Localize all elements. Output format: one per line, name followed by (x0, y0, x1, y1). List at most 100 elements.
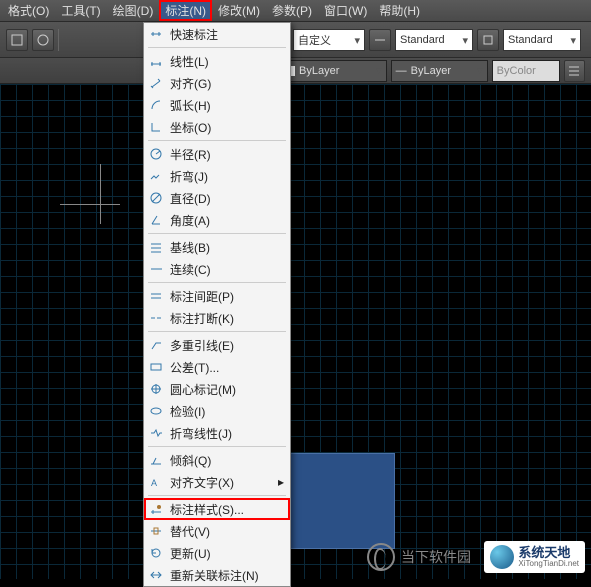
center-icon (148, 381, 164, 397)
generic-icon (36, 33, 50, 47)
chevron-down-icon: ▾ (376, 64, 382, 77)
tool-button[interactable] (32, 29, 54, 51)
chevron-down-icon: ▾ (462, 34, 468, 47)
menu-item-label: 标注间距(P) (170, 288, 234, 305)
menu-item-ordinate[interactable]: 坐标(O) (144, 116, 290, 138)
chevron-down-icon: ▾ (477, 64, 483, 77)
menu-help[interactable]: 帮助(H) (373, 0, 426, 21)
globe-icon (490, 545, 514, 569)
linetype-combo[interactable]: — ByLayer ▾ (391, 60, 488, 82)
menu-item-label: 折弯(J) (170, 168, 208, 185)
menu-item-oblique[interactable]: 倾斜(Q) (144, 449, 290, 471)
menu-item-label: 弧长(H) (170, 97, 211, 114)
tool-button[interactable] (369, 29, 391, 51)
tool-button[interactable] (477, 29, 499, 51)
menu-item-dimspace[interactable]: 标注间距(P) (144, 285, 290, 307)
diameter-icon (148, 190, 164, 206)
standard-combo-1[interactable]: Standard ▾ (395, 29, 473, 51)
menu-window[interactable]: 窗口(W) (318, 0, 373, 21)
tool-button[interactable] (564, 60, 585, 82)
separator (58, 29, 59, 51)
logo-icon (367, 543, 395, 571)
submenu-arrow-icon: ▸ (278, 475, 284, 489)
menu-item-baseline[interactable]: 基线(B) (144, 236, 290, 258)
jogged-icon (148, 168, 164, 184)
quick-dim-icon (148, 26, 164, 42)
tool-button[interactable] (6, 29, 28, 51)
menu-item-mleader[interactable]: 多重引线(E) (144, 334, 290, 356)
menu-item-arc[interactable]: 弧长(H) (144, 94, 290, 116)
menu-item-label: 圆心标记(M) (170, 381, 236, 398)
menu-tools[interactable]: 工具(T) (55, 0, 106, 21)
menu-item-label: 对齐文字(X) (170, 474, 234, 491)
combo-label: 自定义 (298, 32, 331, 48)
menu-format[interactable]: 格式(O) (2, 0, 55, 21)
chevron-down-icon: ▾ (354, 34, 360, 47)
svg-text:A: A (151, 478, 157, 488)
menu-item-jogline[interactable]: 折弯线性(J) (144, 422, 290, 444)
watermark-subtext: XiTongTianDi.net (518, 559, 579, 568)
menu-separator (148, 140, 286, 141)
menu-item-label: 半径(R) (170, 146, 211, 163)
menu-item-quick-dim[interactable]: 快速标注 (144, 23, 290, 45)
menubar: 格式(O) 工具(T) 绘图(D) 标注(N) 修改(M) 参数(P) 窗口(W… (0, 0, 591, 22)
custom-combo[interactable]: 自定义 ▾ (293, 29, 365, 51)
color-combo[interactable]: ByLayer ▾ (280, 60, 387, 82)
menu-item-dimstyle[interactable]: 标注样式(S)... (144, 498, 290, 520)
menu-item-linear[interactable]: 线性(L) (144, 50, 290, 72)
menu-item-angular[interactable]: 角度(A) (144, 209, 290, 231)
menu-item-override[interactable]: 替代(V) (144, 520, 290, 542)
line-icon: — (396, 65, 407, 77)
menu-item-center[interactable]: 圆心标记(M) (144, 378, 290, 400)
list-icon (567, 64, 581, 78)
bycolor-combo[interactable]: ByColor (492, 60, 560, 82)
watermark-2: 系统天地 XiTongTianDi.net (484, 541, 585, 573)
menu-dimension[interactable]: 标注(N) (159, 0, 212, 21)
update-icon (148, 545, 164, 561)
menu-separator (148, 446, 286, 447)
menu-item-label: 角度(A) (170, 212, 210, 229)
menu-separator (148, 233, 286, 234)
generic-icon (10, 33, 24, 47)
menu-modify[interactable]: 修改(M) (212, 0, 266, 21)
jogline-icon (148, 425, 164, 441)
menu-param[interactable]: 参数(P) (266, 0, 318, 21)
menu-item-radius[interactable]: 半径(R) (144, 143, 290, 165)
menu-separator (148, 495, 286, 496)
standard-combo-2[interactable]: Standard ▾ (503, 29, 581, 51)
menu-item-dimbreak[interactable]: 标注打断(K) (144, 307, 290, 329)
combo-label: ByLayer (299, 65, 339, 77)
inspect-icon (148, 403, 164, 419)
override-icon (148, 523, 164, 539)
ordinate-icon (148, 119, 164, 135)
menu-item-jogged[interactable]: 折弯(J) (144, 165, 290, 187)
menu-item-aligned[interactable]: 对齐(G) (144, 72, 290, 94)
crosshair-cursor (80, 184, 120, 224)
dimspace-icon (148, 288, 164, 304)
menu-item-textalign[interactable]: A 对齐文字(X) ▸ (144, 471, 290, 493)
menu-item-diameter[interactable]: 直径(D) (144, 187, 290, 209)
oblique-icon (148, 452, 164, 468)
menu-item-label: 对齐(G) (170, 75, 211, 92)
menu-separator (148, 331, 286, 332)
aligned-icon (148, 75, 164, 91)
combo-label: Standard (400, 34, 445, 46)
toolbar: A 自定义▾ Standard▾ Standard▾ (0, 22, 591, 58)
watermark-text: 当下软件园 (401, 547, 471, 567)
menu-item-label: 更新(U) (170, 545, 211, 562)
menu-separator (148, 47, 286, 48)
menu-item-tolerance[interactable]: 公差(T)... (144, 356, 290, 378)
arc-icon (148, 97, 164, 113)
menu-item-label: 折弯线性(J) (170, 425, 232, 442)
menu-item-reassoc[interactable]: 重新关联标注(N) (144, 564, 290, 586)
chevron-down-icon: ▾ (570, 34, 576, 47)
menu-draw[interactable]: 绘图(D) (107, 0, 160, 21)
combo-label: ByLayer (411, 65, 451, 77)
menu-item-inspect[interactable]: 检验(I) (144, 400, 290, 422)
combo-label: Standard (508, 34, 553, 46)
baseline-icon (148, 239, 164, 255)
menu-item-update[interactable]: 更新(U) (144, 542, 290, 564)
linear-icon (148, 53, 164, 69)
menu-item-continue[interactable]: 连续(C) (144, 258, 290, 280)
menu-separator (148, 282, 286, 283)
